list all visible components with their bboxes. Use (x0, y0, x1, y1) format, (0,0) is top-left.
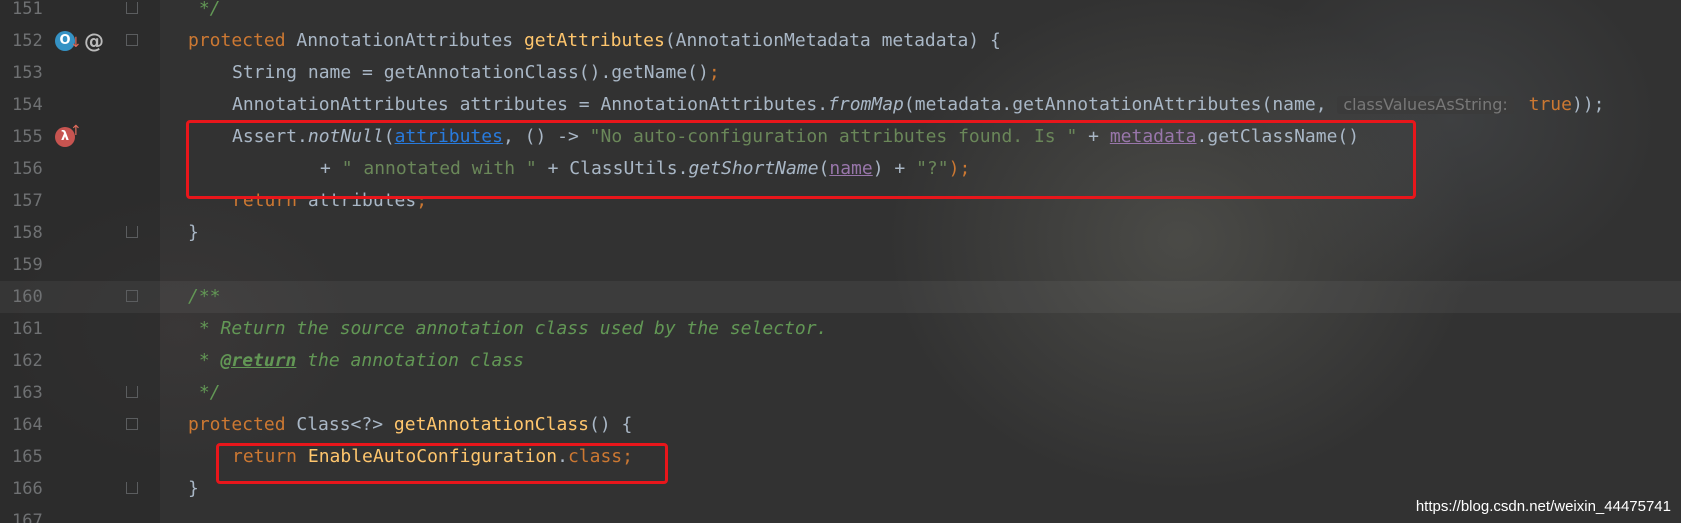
watermark: https://blog.csdn.net/weixin_44475741 (1415, 498, 1671, 515)
line-number: 163 (12, 383, 43, 403)
code-line-162[interactable]: 162 * @return the annotation class (0, 345, 1681, 377)
line-number: 161 (12, 319, 43, 339)
code-text: protected AnnotationAttributes getAttrib… (188, 30, 1001, 51)
line-number: 159 (12, 255, 43, 275)
code-text: } (188, 478, 199, 499)
code-line-164[interactable]: 164 protected Class<?> getAnnotationClas… (0, 409, 1681, 441)
line-number: 155 (12, 127, 43, 147)
line-number: 153 (12, 63, 43, 83)
highlight-box-return (216, 443, 668, 484)
line-number: 167 (12, 511, 43, 523)
line-number: 162 (12, 351, 43, 371)
code-line-151[interactable]: 151 */ (0, 0, 1681, 25)
code-text: String name = getAnnotationClass().getNa… (232, 62, 720, 83)
code-comment: * Return the source annotation class use… (188, 318, 828, 339)
code-comment: * @return the annotation class (188, 350, 524, 371)
code-editor[interactable]: 151 */ 152 O ↓ @ protected AnnotationAtt… (0, 0, 1681, 523)
fold-marker-icon[interactable] (126, 482, 138, 494)
code-line-158[interactable]: 158 } (0, 217, 1681, 249)
line-number: 157 (12, 191, 43, 211)
line-number: 158 (12, 223, 43, 243)
code-line-159[interactable]: 159 (0, 249, 1681, 281)
fold-marker-icon[interactable] (126, 34, 138, 46)
line-number: 166 (12, 479, 43, 499)
fold-marker-icon[interactable] (126, 418, 138, 430)
highlight-box-assert (186, 120, 1416, 199)
code-text: protected Class<?> getAnnotationClass() … (188, 414, 633, 435)
fold-marker-icon[interactable] (126, 2, 138, 14)
line-number: 151 (12, 0, 43, 19)
fold-marker-icon[interactable] (126, 386, 138, 398)
code-text: } (188, 222, 199, 243)
line-number: 160 (12, 287, 43, 307)
code-comment: */ (188, 382, 221, 403)
line-number: 164 (12, 415, 43, 435)
code-text: AnnotationAttributes attributes = Annota… (232, 94, 1605, 115)
fold-marker-icon[interactable] (126, 226, 138, 238)
code-line-152[interactable]: 152 O ↓ @ protected AnnotationAttributes… (0, 25, 1681, 57)
line-number: 152 (12, 31, 43, 51)
line-number: 154 (12, 95, 43, 115)
line-number: 165 (12, 447, 43, 467)
up-arrow-icon: ↑ (70, 123, 82, 139)
parameter-hint: classValuesAsString: (1337, 96, 1514, 114)
code-line-160[interactable]: 160 /** (0, 281, 1681, 313)
code-comment: /** (188, 286, 221, 307)
code-line-153[interactable]: 153 String name = getAnnotationClass().g… (0, 57, 1681, 89)
code-line-161[interactable]: 161 * Return the source annotation class… (0, 313, 1681, 345)
code-line-163[interactable]: 163 */ (0, 377, 1681, 409)
code-line-154[interactable]: 154 AnnotationAttributes attributes = An… (0, 89, 1681, 121)
annotation-icon[interactable]: @ (84, 31, 104, 51)
code-comment: */ (188, 0, 221, 19)
fold-marker-icon[interactable] (126, 290, 138, 302)
line-number: 156 (12, 159, 43, 179)
down-arrow-icon: ↓ (70, 35, 82, 51)
